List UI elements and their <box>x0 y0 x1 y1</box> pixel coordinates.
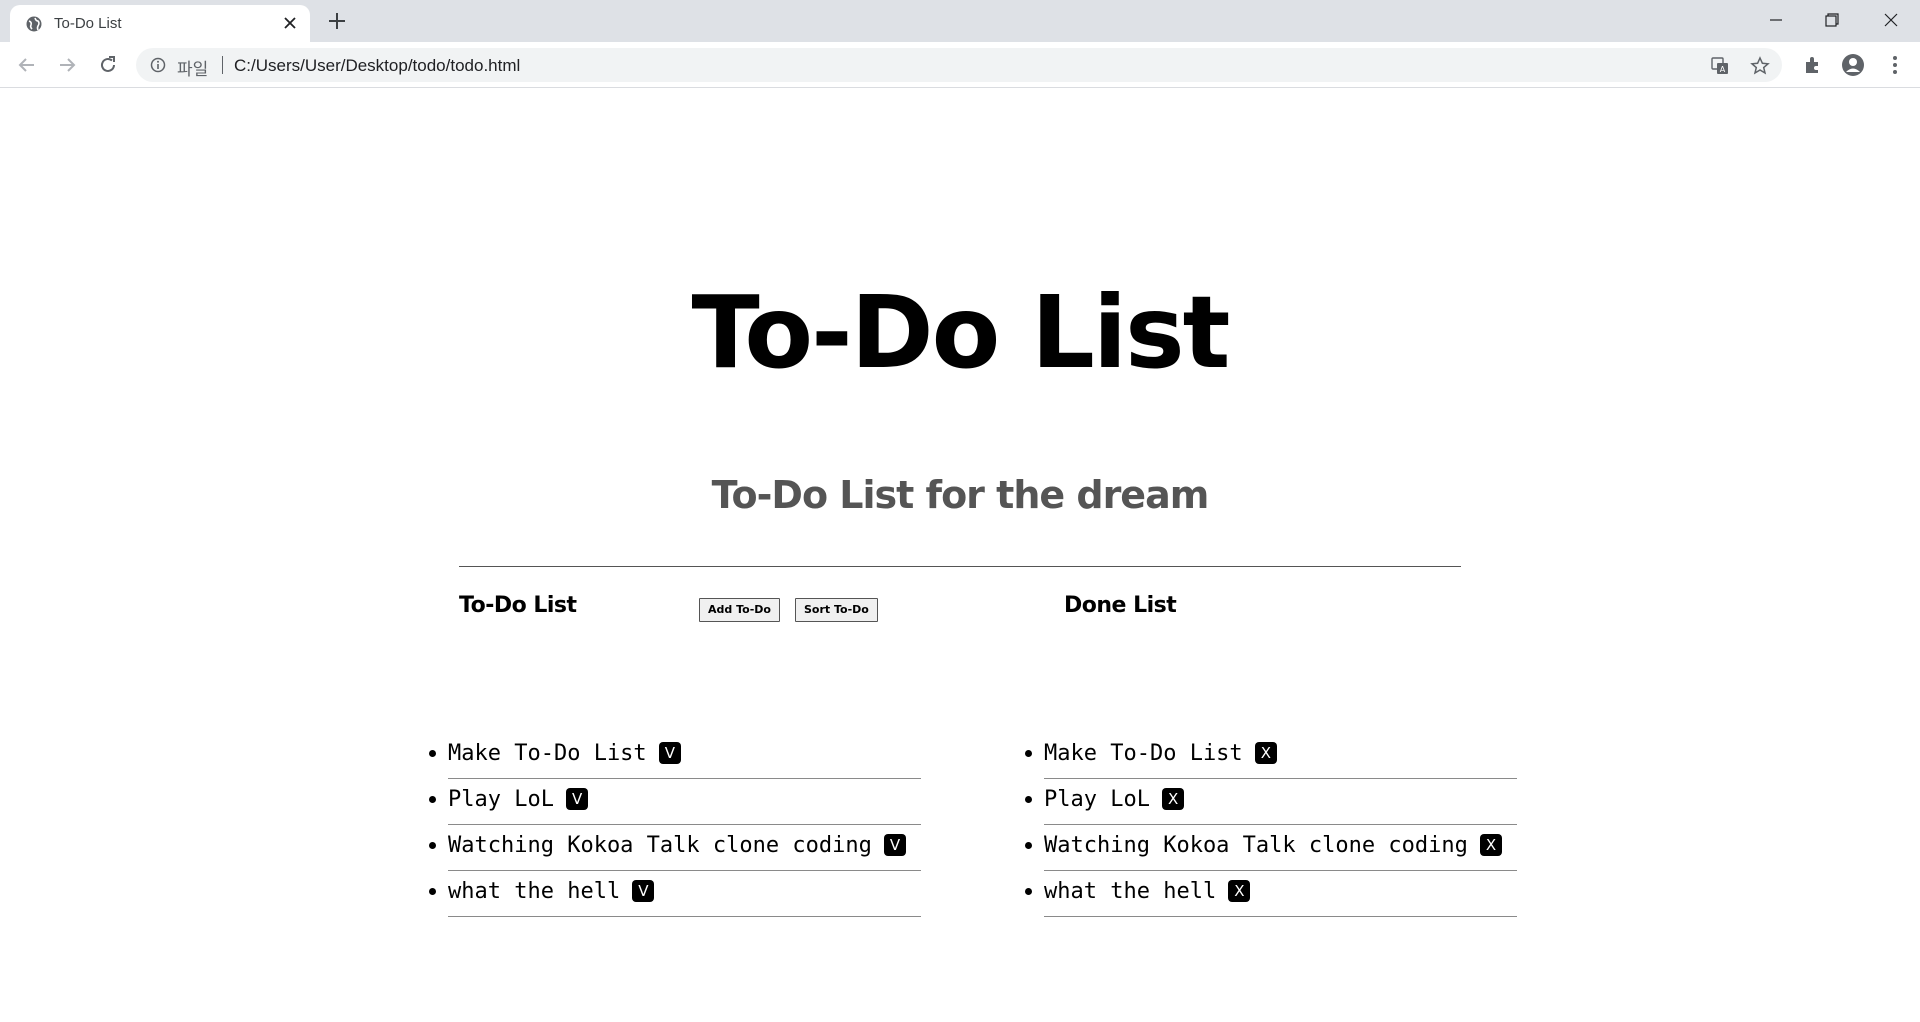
remove-done-button[interactable]: X <box>1228 880 1251 902</box>
todo-list: Make To-Do List V Play LoL V Watching Kokoa … <box>429 733 921 917</box>
list-item-text: Watching Kokoa Talk clone coding <box>1044 833 1468 858</box>
page-viewport: To-Do List To-Do List for the dream To-D… <box>0 88 1920 1022</box>
extensions-icon[interactable] <box>1801 53 1825 77</box>
bookmark-star-icon[interactable] <box>1750 56 1770 76</box>
list-item-text: Play LoL <box>448 787 554 812</box>
list-item-row: what the hell V <box>448 879 655 904</box>
url-text[interactable]: C:/Users/User/Desktop/todo/todo.html <box>234 56 520 76</box>
reload-icon[interactable] <box>96 53 120 77</box>
mark-done-button[interactable]: V <box>658 742 681 764</box>
close-tab-icon[interactable] <box>282 15 298 31</box>
translate-icon[interactable]: A <box>1710 56 1730 76</box>
list-item: what the hell X <box>1025 871 1517 917</box>
restore-icon[interactable] <box>1820 8 1844 32</box>
bullet-icon <box>429 750 436 757</box>
forward-icon[interactable] <box>55 53 79 77</box>
browser-tab[interactable]: To-Do List <box>10 5 310 42</box>
mark-done-button[interactable]: V <box>565 788 589 810</box>
list-item-text: what the hell <box>448 879 621 904</box>
list-item-text: Make To-Do List <box>448 741 647 766</box>
add-todo-button[interactable]: Add To-Do <box>699 598 780 622</box>
close-window-icon[interactable] <box>1879 8 1903 32</box>
list-item-row: Watching Kokoa Talk clone coding X <box>1044 833 1503 858</box>
mark-done-button[interactable]: V <box>883 834 907 856</box>
list-item: what the hell V <box>429 871 921 917</box>
globe-icon <box>26 16 42 32</box>
tab-strip: To-Do List <box>0 0 1920 42</box>
bullet-icon <box>429 888 436 895</box>
bullet-icon <box>1025 842 1032 849</box>
remove-done-button[interactable]: X <box>1161 788 1185 810</box>
bullet-icon <box>429 796 436 803</box>
list-item-text: what the hell <box>1044 879 1217 904</box>
list-item-row: Make To-Do List V <box>448 741 681 766</box>
tab-title: To-Do List <box>54 15 122 32</box>
profile-avatar-icon[interactable] <box>1841 53 1865 77</box>
list-item-text: Make To-Do List <box>1044 741 1243 766</box>
bullet-icon <box>1025 888 1032 895</box>
list-item: Play LoL X <box>1025 779 1517 825</box>
list-item-row: Play LoL X <box>1044 787 1185 812</box>
menu-kebab-icon[interactable] <box>1883 53 1907 77</box>
info-icon[interactable] <box>150 57 166 73</box>
scheme-label: 파일 <box>177 60 209 80</box>
bullet-icon <box>1025 750 1032 757</box>
mark-done-button[interactable]: V <box>632 880 655 902</box>
done-list: Make To-Do List X Play LoL X Watching Kokoa … <box>1025 733 1517 917</box>
list-item: Watching Kokoa Talk clone coding X <box>1025 825 1517 871</box>
browser-toolbar: 파일 C:/Users/User/Desktop/todo/todo.html … <box>0 42 1920 88</box>
remove-done-button[interactable]: X <box>1254 742 1277 764</box>
list-item-row: Watching Kokoa Talk clone coding V <box>448 833 907 858</box>
sort-todo-button[interactable]: Sort To-Do <box>795 598 878 622</box>
svg-text:A: A <box>1720 65 1726 74</box>
list-item: Make To-Do List V <box>429 733 921 779</box>
list-item-row: what the hell X <box>1044 879 1251 904</box>
back-icon[interactable] <box>15 53 39 77</box>
done-heading: Done List <box>1064 593 1177 618</box>
list-item-text: Watching Kokoa Talk clone coding <box>448 833 872 858</box>
todo-heading: To-Do List <box>459 593 577 618</box>
page-title: To-Do List <box>691 274 1231 391</box>
list-item-row: Make To-Do List X <box>1044 741 1277 766</box>
divider <box>459 566 1461 567</box>
bullet-icon <box>1025 796 1032 803</box>
list-item: Play LoL V <box>429 779 921 825</box>
address-bar[interactable]: 파일 C:/Users/User/Desktop/todo/todo.html … <box>136 48 1782 82</box>
minimize-icon[interactable] <box>1764 8 1788 32</box>
list-item-row: Play LoL V <box>448 787 589 812</box>
page-subtitle: To-Do List for the dream <box>711 473 1210 517</box>
new-tab-icon[interactable] <box>326 10 348 32</box>
list-item: Watching Kokoa Talk clone coding V <box>429 825 921 871</box>
list-item: Make To-Do List X <box>1025 733 1517 779</box>
address-separator <box>222 56 223 74</box>
list-item-text: Play LoL <box>1044 787 1150 812</box>
bullet-icon <box>429 842 436 849</box>
remove-done-button[interactable]: X <box>1479 834 1503 856</box>
